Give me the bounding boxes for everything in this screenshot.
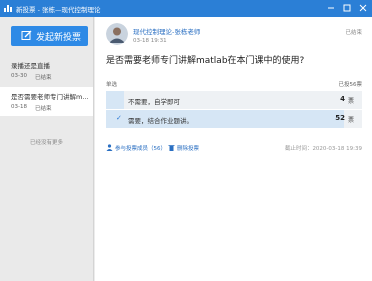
window-title: 新投票 - 张栋—现代控制理论 bbox=[16, 6, 101, 14]
poster-name[interactable]: 现代控制理论-张栋老师 bbox=[133, 26, 200, 36]
no-more-text: 已经没有更多 bbox=[29, 140, 63, 146]
new-vote-label: 发起新投票 bbox=[36, 33, 82, 43]
vote-option[interactable]: 不需要，自学即可 4 票 bbox=[106, 91, 362, 109]
vote-option-unit: 票 bbox=[347, 117, 354, 124]
vote-question: 是否需要老师专门讲解matlab在本门课中的使用? bbox=[106, 56, 305, 66]
vote-list-item[interactable]: 录播还是直播 03-30 已结束 bbox=[0, 56, 93, 85]
vote-item-date: 03-18 bbox=[11, 104, 27, 110]
vote-option-label: 不需要，自学即可 bbox=[128, 98, 180, 106]
vote-option-unit: 票 bbox=[347, 98, 354, 105]
vote-item-title: 是否需要老师专门讲解m... bbox=[11, 93, 89, 101]
person-icon bbox=[106, 144, 113, 151]
maximize-icon[interactable] bbox=[340, 2, 354, 14]
title-bar: 新投票 - 张栋—现代控制理论 bbox=[0, 0, 372, 17]
vote-item-status: 已结束 bbox=[35, 106, 52, 112]
vote-item-date: 03-30 bbox=[11, 73, 27, 79]
vote-item-status: 已结束 bbox=[35, 75, 52, 81]
edit-icon bbox=[21, 30, 32, 40]
vote-item-title: 录播还是直播 bbox=[11, 62, 50, 70]
vote-list-sidebar: 发起新投票 录播还是直播 03-30 已结束 是否需要老师专门讲解m... 03… bbox=[0, 17, 94, 281]
deadline-text: 截止时间：2020-03-18 19:39 bbox=[284, 146, 362, 152]
vote-detail-panel: 现代控制理论-张栋老师 03-18 19:31 已结束 是否需要老师专门讲解ma… bbox=[95, 17, 372, 281]
vote-option-bar bbox=[106, 91, 124, 109]
vote-status: 已结束 bbox=[345, 30, 362, 36]
vote-list-item-selected[interactable]: 是否需要老师专门讲解m... 03-18 已结束 bbox=[0, 87, 93, 116]
vote-type: 单选 bbox=[106, 82, 118, 88]
minimize-icon[interactable] bbox=[324, 2, 338, 14]
vote-total: 已投56票 bbox=[338, 82, 363, 88]
vote-footer: 参与投票成员（56） 删除投票 截止时间：2020-03-18 19:39 bbox=[106, 142, 362, 154]
app-icon bbox=[4, 5, 12, 12]
vote-option-count: 4 bbox=[340, 95, 345, 103]
delete-vote-link[interactable]: 删除投票 bbox=[168, 144, 199, 152]
delete-vote-label: 删除投票 bbox=[177, 146, 200, 152]
vote-option-count: 52 bbox=[335, 114, 345, 122]
post-time: 03-18 19:31 bbox=[133, 38, 167, 44]
check-icon: ✓ bbox=[116, 114, 122, 122]
participants-link[interactable]: 参与投票成员（56） bbox=[106, 144, 166, 152]
close-icon[interactable] bbox=[356, 2, 370, 14]
participants-label: 参与投票成员（56） bbox=[115, 146, 166, 152]
new-vote-button[interactable]: 发起新投票 bbox=[11, 26, 88, 46]
vote-option-label: 需要，结合作业题讲。 bbox=[128, 117, 193, 125]
vote-option-selected[interactable]: ✓ 需要，结合作业题讲。 52 票 bbox=[106, 110, 362, 128]
avatar bbox=[106, 23, 128, 45]
trash-icon bbox=[168, 145, 175, 151]
